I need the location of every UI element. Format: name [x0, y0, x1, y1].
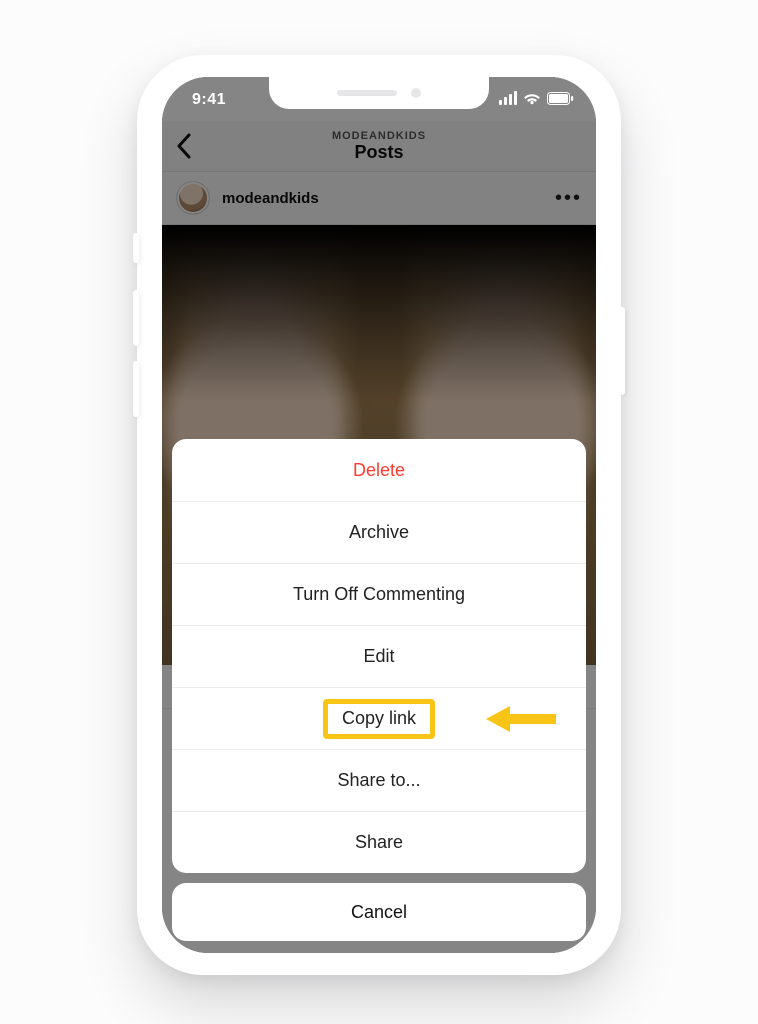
screen: 9:41 MODEANDKIDS Posts mo: [162, 77, 596, 953]
sheet-item-label: Share to...: [337, 770, 420, 791]
phone-frame: 9:41 MODEANDKIDS Posts mo: [137, 55, 621, 975]
sheet-item-label: Turn Off Commenting: [293, 584, 465, 605]
sheet-item-share[interactable]: Share: [172, 811, 586, 873]
action-sheet-options: Delete Archive Turn Off Commenting Edit: [172, 439, 586, 873]
sheet-item-label: Edit: [363, 646, 394, 667]
sheet-item-copy-link[interactable]: Copy link: [172, 687, 586, 749]
cancel-label: Cancel: [351, 902, 407, 923]
notch: [269, 77, 489, 109]
sheet-item-turn-off-commenting[interactable]: Turn Off Commenting: [172, 563, 586, 625]
cellular-icon: [499, 91, 517, 105]
sheet-item-label: Copy link: [342, 708, 416, 729]
clock: 9:41: [192, 91, 226, 109]
sheet-item-delete[interactable]: Delete: [172, 439, 586, 501]
sheet-item-label: Archive: [349, 522, 409, 543]
side-button: [133, 361, 139, 417]
sheet-item-archive[interactable]: Archive: [172, 501, 586, 563]
side-button: [619, 307, 625, 395]
side-button: [133, 233, 139, 263]
speaker-grille: [337, 90, 397, 96]
side-button: [133, 290, 139, 346]
battery-icon: [547, 92, 574, 105]
wifi-icon: [523, 92, 541, 105]
sheet-item-label: Share: [355, 832, 403, 853]
action-sheet: Delete Archive Turn Off Commenting Edit: [172, 439, 586, 941]
app-content: 9:41 MODEANDKIDS Posts mo: [162, 77, 596, 953]
arrow-left-icon: [486, 706, 556, 732]
sheet-item-label: Delete: [353, 460, 405, 481]
cancel-button[interactable]: Cancel: [172, 883, 586, 941]
sheet-item-share-to[interactable]: Share to...: [172, 749, 586, 811]
front-camera: [411, 88, 421, 98]
sheet-item-edit[interactable]: Edit: [172, 625, 586, 687]
